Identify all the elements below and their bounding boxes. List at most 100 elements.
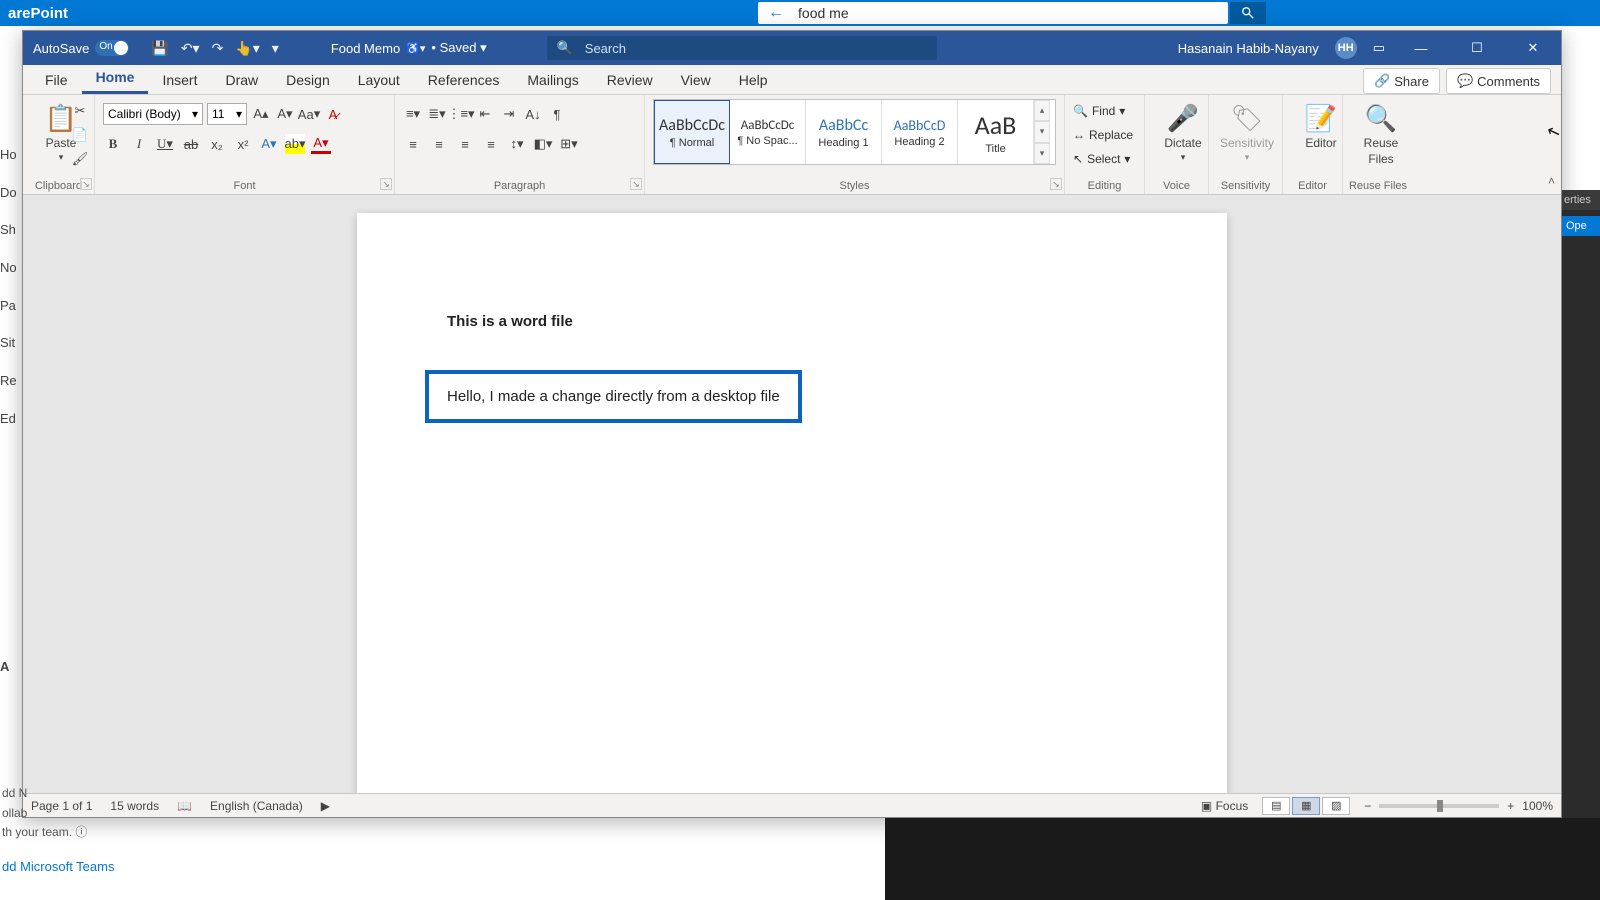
avatar[interactable]: HH	[1335, 37, 1357, 59]
sort-icon[interactable]: A↓	[523, 104, 543, 124]
close-button[interactable]: ✕	[1513, 31, 1553, 65]
strike-button[interactable]: ab	[181, 134, 201, 154]
open-button[interactable]: Ope	[1562, 216, 1600, 236]
shrink-font-icon[interactable]: A▾	[275, 104, 295, 124]
tab-mailings[interactable]: Mailings	[513, 66, 592, 94]
user-name[interactable]: Hasanain Habib-Nayany	[1178, 41, 1319, 56]
borders-icon[interactable]: ⊞▾	[559, 134, 579, 154]
dialog-launcher-icon[interactable]: ↘	[380, 178, 392, 190]
change-case-icon[interactable]: Aa▾	[299, 104, 319, 124]
bold-button[interactable]: B	[103, 134, 123, 154]
reuse-files-button[interactable]: 🔍ReuseFiles	[1351, 99, 1411, 170]
page[interactable]: This is a word file Hello, I made a chan…	[357, 213, 1227, 793]
sharepoint-search[interactable]: ← food me	[758, 2, 1228, 24]
font-size-combo[interactable]: 11▾	[207, 103, 247, 125]
nav-item[interactable]: Ho	[0, 136, 22, 174]
format-painter-icon[interactable]: 🖌	[70, 149, 90, 169]
macro-icon[interactable]: ▶	[321, 799, 330, 813]
arrow-left-icon[interactable]: ←	[768, 4, 784, 22]
bullets-icon[interactable]: ≡▾	[403, 104, 423, 124]
dialog-launcher-icon[interactable]: ↘	[80, 178, 92, 190]
shading-icon[interactable]: ◧▾	[533, 134, 553, 154]
align-right-icon[interactable]: ≡	[455, 134, 475, 154]
underline-button[interactable]: U▾	[155, 134, 175, 154]
nav-item[interactable]: Ed	[0, 400, 22, 438]
multilevel-icon[interactable]: ⋮≡▾	[451, 104, 471, 124]
collapse-ribbon-icon[interactable]: ˄	[1548, 174, 1555, 188]
clear-format-icon[interactable]: A̷	[323, 104, 343, 124]
undo-icon[interactable]: ↶▾	[181, 40, 200, 57]
tab-home[interactable]: Home	[82, 63, 149, 94]
focus-mode[interactable]: ▣ Focus	[1201, 799, 1248, 813]
comments-button[interactable]: 💬 Comments	[1446, 68, 1551, 94]
dialog-launcher-icon[interactable]: ↘	[630, 178, 642, 190]
grow-font-icon[interactable]: A▴	[251, 104, 271, 124]
dialog-launcher-icon[interactable]: ↘	[1050, 178, 1062, 190]
justify-icon[interactable]: ≡	[481, 134, 501, 154]
ribbon-display-icon[interactable]: ▭	[1373, 40, 1385, 56]
editor-button[interactable]: 📝Editor	[1291, 99, 1351, 154]
nav-item[interactable]: Pa	[0, 287, 22, 325]
document-title[interactable]: Food Memo ♿▾ • Saved ▾	[331, 40, 487, 56]
tab-review[interactable]: Review	[593, 66, 667, 94]
line-spacing-icon[interactable]: ↕▾	[507, 134, 527, 154]
share-button[interactable]: 🔗 Share	[1363, 68, 1440, 94]
qat-more-icon[interactable]: ▾	[272, 40, 279, 57]
document-area[interactable]: This is a word file Hello, I made a chan…	[23, 195, 1561, 793]
word-count[interactable]: 15 words	[110, 799, 159, 813]
tab-layout[interactable]: Layout	[344, 66, 414, 94]
print-layout-icon[interactable]: ▦	[1292, 797, 1320, 815]
tab-help[interactable]: Help	[725, 66, 782, 94]
find-button[interactable]: 🔍Find▾	[1073, 99, 1136, 123]
doc-line-1[interactable]: This is a word file	[447, 313, 1137, 330]
tell-me-search[interactable]: 🔍 Search	[547, 36, 937, 60]
add-teams-link[interactable]: dd Microsoft Teams	[0, 859, 114, 874]
font-color-icon[interactable]: A▾	[311, 134, 331, 154]
copy-icon[interactable]: 📄	[70, 125, 90, 145]
nav-item[interactable]: No	[0, 249, 22, 287]
maximize-button[interactable]: ☐	[1457, 31, 1497, 65]
dictate-button[interactable]: 🎤Dictate▾	[1153, 99, 1213, 167]
style-title[interactable]: AaB Title	[958, 100, 1034, 164]
minimize-button[interactable]: —	[1401, 31, 1441, 65]
text-effects-icon[interactable]: A▾	[259, 134, 279, 154]
language-indicator[interactable]: English (Canada)	[210, 799, 303, 813]
superscript-button[interactable]: x²	[233, 134, 253, 154]
search-icon[interactable]	[1230, 2, 1266, 24]
zoom-level[interactable]: 100%	[1522, 799, 1553, 813]
zoom-slider[interactable]	[1379, 804, 1499, 808]
styles-gallery[interactable]: AaBbCcDc ¶ Normal AaBbCcDc ¶ No Spac... …	[653, 99, 1056, 165]
zoom-out-icon[interactable]: −	[1364, 799, 1371, 813]
highlight-icon[interactable]: ab▾	[285, 134, 305, 154]
style-heading2[interactable]: AaBbCcD Heading 2	[882, 100, 958, 164]
doc-line-2[interactable]: Hello, I made a change directly from a d…	[447, 388, 780, 405]
font-family-combo[interactable]: Calibri (Body)▾	[103, 103, 203, 125]
subscript-button[interactable]: x₂	[207, 134, 227, 154]
replace-button[interactable]: ↔Replace	[1073, 123, 1136, 147]
tab-insert[interactable]: Insert	[148, 66, 211, 94]
increase-indent-icon[interactable]: ⇥	[499, 104, 519, 124]
style-normal[interactable]: AaBbCcDc ¶ Normal	[654, 100, 730, 164]
style-nospacing[interactable]: AaBbCcDc ¶ No Spac...	[730, 100, 806, 164]
touch-icon[interactable]: 👆▾	[235, 40, 259, 57]
style-heading1[interactable]: AaBbCc Heading 1	[806, 100, 882, 164]
autosave-toggle[interactable]: On	[95, 40, 129, 56]
tab-references[interactable]: References	[414, 66, 514, 94]
properties-tab[interactable]: erties	[1562, 190, 1600, 210]
select-button[interactable]: ↖Select▾	[1073, 147, 1136, 171]
redo-icon[interactable]: ↷	[212, 40, 224, 57]
tab-view[interactable]: View	[667, 66, 725, 94]
nav-item[interactable]: A	[0, 648, 22, 686]
nav-item[interactable]: Sh	[0, 211, 22, 249]
tab-draw[interactable]: Draw	[211, 66, 272, 94]
nav-item[interactable]: Re	[0, 362, 22, 400]
show-marks-icon[interactable]: ¶	[547, 104, 567, 124]
align-center-icon[interactable]: ≡	[429, 134, 449, 154]
nav-item[interactable]: Sit	[0, 324, 22, 362]
zoom-in-icon[interactable]: +	[1507, 799, 1514, 813]
read-mode-icon[interactable]: ▤	[1262, 797, 1290, 815]
web-layout-icon[interactable]: ▨	[1322, 797, 1350, 815]
cut-icon[interactable]: ✂	[70, 101, 90, 121]
tab-design[interactable]: Design	[272, 66, 344, 94]
styles-scroll[interactable]: ▴▾▾	[1034, 100, 1050, 164]
